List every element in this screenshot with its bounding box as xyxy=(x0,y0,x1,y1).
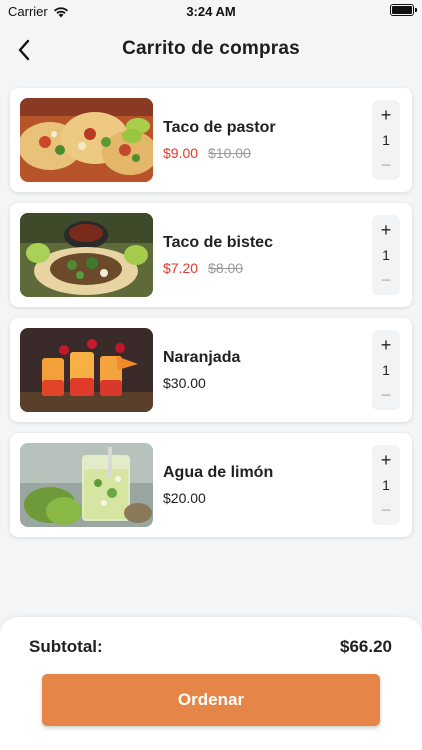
decrease-quantity-button[interactable]: − xyxy=(372,498,400,522)
cart-item: Naranjada $30.00 + 1 − xyxy=(10,318,412,422)
item-price: $9.00 xyxy=(163,145,199,161)
quantity-stepper: + 1 − xyxy=(372,100,400,180)
subtotal-value: $66.20 xyxy=(340,637,392,656)
subtotal-label: Subtotal: xyxy=(29,637,103,656)
quantity-stepper: + 1 − xyxy=(372,330,400,410)
quantity-stepper: + 1 − xyxy=(372,215,400,295)
decrease-quantity-button[interactable]: − xyxy=(372,383,400,407)
status-bar: Carrier 3:24 AM xyxy=(0,0,422,22)
item-name: Naranjada xyxy=(163,349,241,366)
cart-item: Taco de pastor $9.00 $10.00 + 1 − xyxy=(10,88,412,192)
agua-de-limon-photo xyxy=(20,443,153,527)
page-title: Carrito de compras xyxy=(122,38,300,59)
increase-quantity-button[interactable]: + xyxy=(372,448,400,472)
cart-item: Taco de bistec $7.20 $8.00 + 1 − xyxy=(10,203,412,307)
battery-icon xyxy=(390,4,417,16)
quantity-value: 1 xyxy=(382,247,390,263)
item-name: Agua de limón xyxy=(163,464,274,481)
quantity-value: 1 xyxy=(382,132,390,148)
taco-bistec-photo xyxy=(20,213,153,297)
item-prices: $30.00 xyxy=(163,375,206,391)
item-price: $20.00 xyxy=(163,490,206,506)
item-prices: $7.20 $8.00 xyxy=(163,260,243,276)
decrease-quantity-button[interactable]: − xyxy=(372,153,400,177)
item-name: Taco de bistec xyxy=(163,234,273,251)
increase-quantity-button[interactable]: + xyxy=(372,218,400,242)
item-old-price: $10.00 xyxy=(208,145,251,161)
item-price: $30.00 xyxy=(163,375,206,391)
taco-pastor-photo xyxy=(20,98,153,182)
item-old-price: $8.00 xyxy=(208,260,244,276)
item-prices: $20.00 xyxy=(163,490,206,506)
quantity-stepper: + 1 − xyxy=(372,445,400,525)
cart-item: Agua de limón $20.00 + 1 − xyxy=(10,433,412,537)
checkout-footer: Subtotal: $66.20 Ordenar xyxy=(0,617,422,750)
nav-bar: Carrito de compras xyxy=(0,30,422,70)
naranjada-photo xyxy=(20,328,153,412)
item-prices: $9.00 $10.00 xyxy=(163,145,251,161)
increase-quantity-button[interactable]: + xyxy=(372,333,400,357)
cart-list: Taco de pastor $9.00 $10.00 + 1 − Taco d… xyxy=(10,88,412,548)
decrease-quantity-button[interactable]: − xyxy=(372,268,400,292)
order-button[interactable]: Ordenar xyxy=(42,674,380,726)
clock: 3:24 AM xyxy=(186,4,236,19)
item-price: $7.20 xyxy=(163,260,199,276)
quantity-value: 1 xyxy=(382,362,390,378)
item-name: Taco de pastor xyxy=(163,119,276,136)
quantity-value: 1 xyxy=(382,477,390,493)
increase-quantity-button[interactable]: + xyxy=(372,103,400,127)
